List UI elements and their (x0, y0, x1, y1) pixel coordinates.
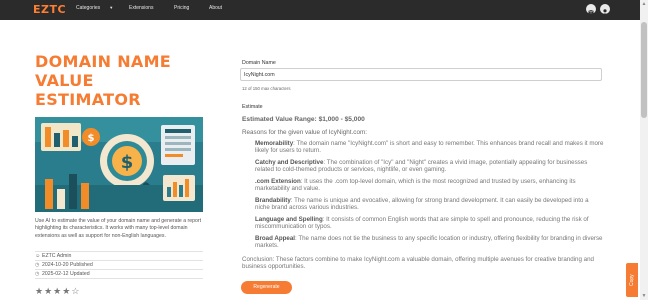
reason-title: Language and Spelling (255, 216, 323, 223)
rating-stars[interactable]: ★★★★☆ (35, 286, 80, 297)
list-item: Broad Appeal: The name does not tie the … (255, 235, 605, 249)
domain-name-input[interactable] (240, 68, 602, 81)
updated-date: 2025-02-12 Updated (42, 271, 90, 277)
nav-categories[interactable]: Categories ▼ (76, 5, 113, 11)
copy-button[interactable]: Copy (626, 263, 638, 297)
nav-categories-label: Categories (76, 5, 101, 11)
updated-row: ◷ 2025-02-12 Updated (35, 271, 90, 277)
published-row: ◷ 2024-10-20 Published (35, 262, 93, 268)
regenerate-button[interactable]: Regenerate (241, 281, 292, 294)
scrollbar-thumb[interactable] (641, 22, 647, 118)
star-filled-icon[interactable]: ★ (44, 286, 53, 296)
hero-illustration: $ $ (35, 117, 203, 212)
reason-title: Catchy and Descriptive (255, 159, 324, 166)
author-name: EZTC Admin (42, 253, 72, 259)
reason-text: : The name does not tie the business to … (255, 235, 603, 250)
reason-text: : The domain name "IcyNight.com" is shor… (255, 140, 604, 155)
divider (35, 251, 203, 252)
scroll-down-arrow-icon[interactable]: ▼ (641, 293, 647, 299)
tool-description: Use AI to estimate the value of your dom… (35, 218, 202, 239)
site-logo[interactable]: EZTC (33, 3, 66, 17)
scroll-up-arrow-icon[interactable]: ▲ (641, 1, 647, 7)
reason-title: Brandability (255, 197, 291, 204)
top-navbar: EZTC Categories ▼ Extensions Pricing Abou… (0, 0, 640, 20)
star-filled-icon[interactable]: ★ (62, 286, 71, 296)
reason-text: : The name is unique and evocative, allo… (255, 197, 589, 212)
svg-text:$: $ (121, 152, 134, 173)
nav-about[interactable]: About (209, 5, 222, 11)
estimated-value-range: Estimated Value Range: $1,000 - $5,000 (242, 116, 365, 123)
mail-icon[interactable] (586, 4, 596, 14)
reasons-list: Memorability: The domain name "IcyNight.… (255, 140, 605, 254)
divider (35, 269, 203, 270)
published-date: 2024-10-20 Published (42, 262, 93, 268)
nav-pricing[interactable]: Pricing (174, 5, 189, 11)
reason-title: Broad Appeal (255, 235, 295, 242)
reasons-intro: Reasons for the given value of IcyNight.… (242, 129, 367, 136)
conclusion-text: Conclusion: These factors combine to mak… (242, 256, 594, 271)
reason-text: : It uses the .com top-level domain, whi… (255, 178, 576, 193)
list-item: Memorability: The domain name "IcyNight.… (255, 140, 605, 154)
scrollbar[interactable]: ▲ ▼ (640, 0, 648, 300)
divider (35, 278, 203, 279)
domain-name-label: Domain Name (242, 60, 276, 66)
user-icon: ☺ (35, 253, 41, 259)
copy-label: Copy (629, 274, 635, 286)
character-count: 12 of 150 max characters (242, 86, 291, 91)
list-item: Language and Spelling: It consists of co… (255, 216, 605, 230)
reason-title: Memorability (255, 140, 294, 147)
clock-icon: ◷ (35, 262, 40, 268)
author-row: ☺ EZTC Admin (35, 253, 71, 259)
estimate-label: Estimate (242, 104, 263, 110)
page-title: DOMAIN NAME VALUE ESTIMATOR (35, 52, 172, 109)
list-item: .com Extension: It uses the .com top-lev… (255, 178, 605, 192)
chevron-down-icon: ▼ (109, 5, 114, 10)
star-empty-icon[interactable]: ☆ (71, 286, 80, 296)
reason-title: .com Extension (255, 178, 301, 185)
divider (35, 260, 203, 261)
list-item: Catchy and Descriptive: The combination … (255, 159, 605, 173)
clock-icon: ◷ (35, 271, 40, 277)
nav-extensions[interactable]: Extensions (129, 5, 153, 11)
star-filled-icon[interactable]: ★ (35, 286, 44, 296)
star-filled-icon[interactable]: ★ (53, 286, 62, 296)
svg-text:$: $ (88, 133, 95, 144)
user-icon[interactable] (600, 4, 610, 15)
list-item: Brandability: The name is unique and evo… (255, 197, 605, 211)
